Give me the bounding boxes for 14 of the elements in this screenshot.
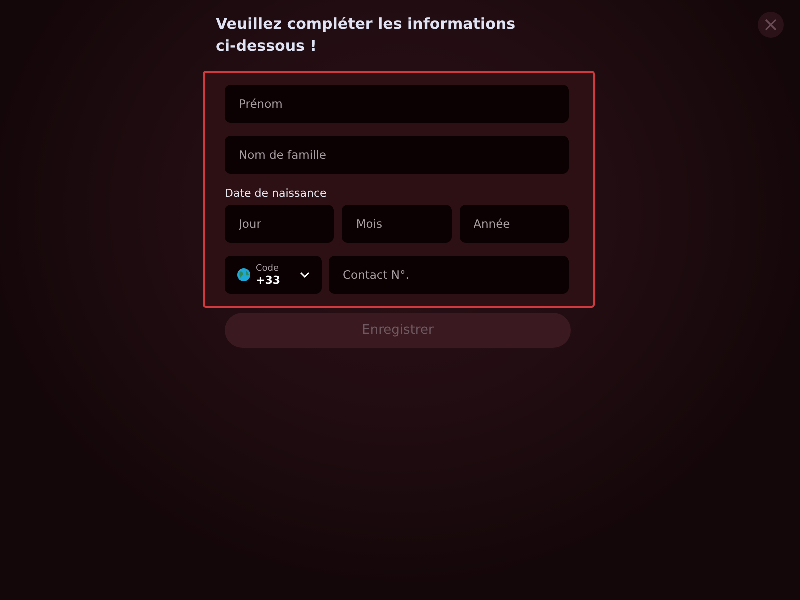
phone-number-field[interactable]: Contact N°. bbox=[329, 256, 569, 294]
close-icon bbox=[765, 19, 777, 31]
globe-icon bbox=[237, 268, 251, 282]
date-field[interactable]: Mois bbox=[342, 205, 452, 243]
form-title: Veuillez compléter les informations ci-dessous ! bbox=[216, 14, 517, 57]
last-name-field[interactable]: Nom de famille bbox=[225, 136, 569, 174]
chevron-down-icon bbox=[300, 272, 310, 278]
country-code-select[interactable]: Code +33 bbox=[225, 256, 322, 294]
code-label: Code bbox=[256, 263, 280, 275]
first-name-field[interactable]: Prénom bbox=[225, 85, 569, 123]
birth-date-label: Date de naissance bbox=[225, 187, 328, 200]
code-value: +33 bbox=[256, 275, 281, 287]
close-button[interactable] bbox=[758, 12, 784, 38]
date-field[interactable]: Année bbox=[460, 205, 569, 243]
